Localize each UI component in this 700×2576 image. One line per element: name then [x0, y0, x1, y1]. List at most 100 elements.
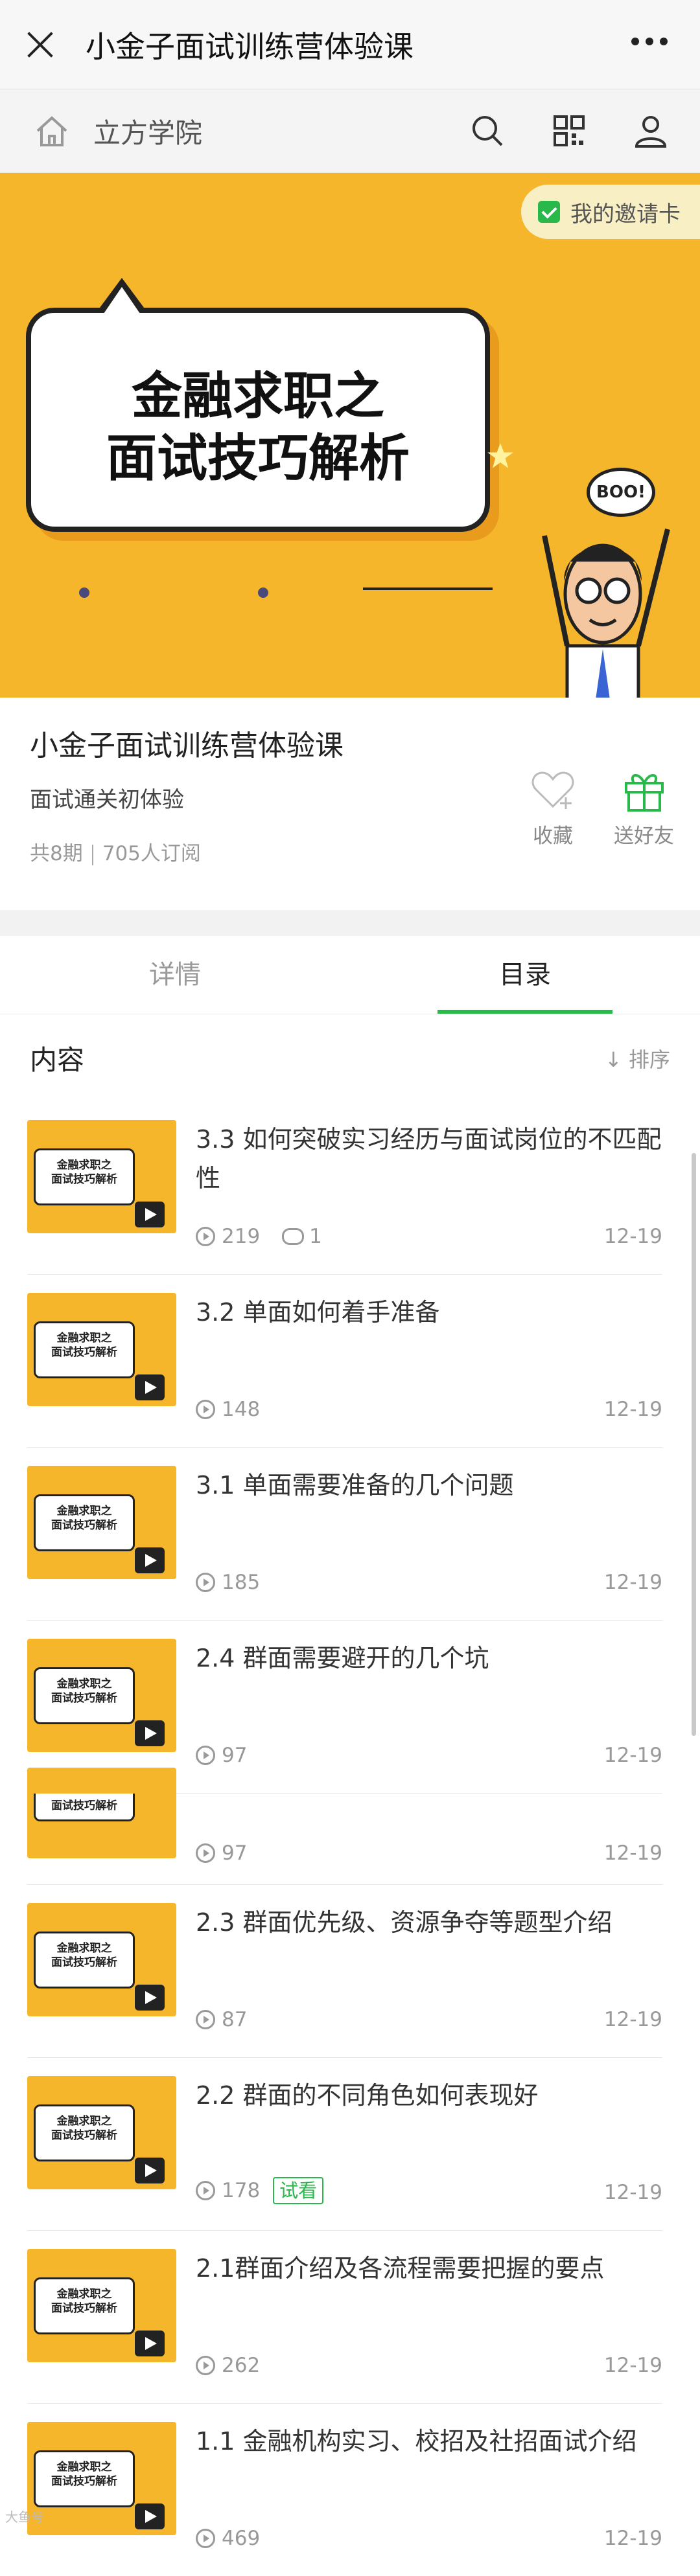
title-bar: 小金子面试训练营体验课 [0, 0, 700, 89]
play-count-icon [196, 1573, 215, 1592]
invite-card-button[interactable]: 我的邀请卡 [521, 185, 700, 239]
play-count-icon [196, 2010, 215, 2029]
view-count: 178 [222, 2179, 261, 2202]
play-count-icon [196, 2181, 215, 2200]
dots-decoration [79, 587, 89, 598]
list-item[interactable]: 金融求职之 面试技巧解析 1.1 金融机构实习、校招及社招面试介绍 469 12-… [27, 2404, 662, 2576]
lesson-title: 3.2 单面如何着手准备 [196, 1298, 440, 1327]
lesson-thumbnail: 金融求职之 面试技巧解析 [27, 2249, 176, 2362]
play-icon [135, 2158, 165, 2183]
thumb-text: 面试技巧解析 [51, 2129, 117, 2142]
site-nav: 立方学院 [0, 89, 700, 173]
user-icon[interactable] [631, 111, 670, 150]
play-count-icon [196, 1400, 215, 1419]
sort-button[interactable]: ↓ 排序 [605, 1043, 670, 1073]
play-count-icon [196, 1843, 215, 1863]
lesson-thumbnail: 金融求职之 面试技巧解析 [27, 2422, 176, 2535]
lesson-thumbnail: 金融求职之 面试技巧解析 [27, 1903, 176, 2016]
play-icon [135, 1547, 165, 1573]
lesson-title: 2.2 群面的不同角色如何表现好 [196, 2081, 539, 2110]
home-icon[interactable] [32, 111, 71, 150]
play-icon [135, 2331, 165, 2356]
qrcode-icon[interactable] [550, 111, 589, 150]
thumb-text: 面试技巧解析 [51, 1519, 117, 1532]
thumb-text: 金融求职之 [56, 1332, 112, 1345]
comment-count: 1 [309, 1225, 322, 1248]
content-header: 内容 ↓ 排序 [0, 1014, 700, 1102]
gift-button[interactable]: 送好友 [614, 765, 674, 849]
thumb-text: 面试技巧解析 [51, 2475, 117, 2488]
thumb-text: 面试技巧解析 [51, 1346, 117, 1359]
list-item[interactable]: 金融求职之 面试技巧解析 2.1群面介绍及各流程需要把握的要点 262 12-19 [27, 2231, 662, 2404]
lesson-date: 12-19 [603, 2354, 662, 2377]
course-title: 小金子面试训练营体验课 [30, 729, 344, 762]
gift-icon [624, 774, 664, 812]
thumb-text: 金融求职之 [56, 1159, 112, 1172]
thumb-text: 金融求职之 [56, 1678, 112, 1691]
lesson-thumbnail: 金融求职之 面试技巧解析 [27, 1293, 176, 1406]
scrollbar[interactable] [692, 1153, 696, 1736]
list-item[interactable]: 金融求职之 面试技巧解析 2.2 群面的不同角色如何表现好 178 试看 12-19 [27, 2058, 662, 2231]
list-item[interactable]: 金融求职之 面试技巧解析 3.3 如何突破实习经历与面试岗位的不匹配性 219 1 … [27, 1102, 662, 1275]
brand-name[interactable]: 立方学院 [93, 111, 202, 151]
trial-badge: 试看 [273, 2177, 324, 2204]
thumb-text: 面试技巧解析 [51, 1173, 117, 1186]
lesson-date: 12-19 [603, 1398, 662, 1421]
lesson-date: 12-19 [603, 1841, 662, 1865]
play-icon [135, 1374, 165, 1400]
thumb-text: 金融求职之 [56, 2461, 112, 2474]
tab-bar: 详情 目录 [0, 936, 700, 1014]
view-count: 469 [222, 2527, 261, 2550]
list-item[interactable]: 金融求职之 面试技巧解析 3.1 单面需要准备的几个问题 185 12-19 [27, 1448, 662, 1621]
page-title: 小金子面试训练营体验课 [86, 28, 414, 64]
banner-headline-2: 面试技巧解析 [106, 429, 410, 488]
thumb-text: 面试技巧解析 [51, 2302, 117, 2315]
section-divider [0, 910, 700, 936]
view-count: 185 [222, 1571, 261, 1594]
lesson-thumbnail: 金融求职之 面试技巧解析 [27, 1639, 176, 1752]
lesson-date: 12-19 [603, 2181, 662, 2204]
play-count-icon [196, 1746, 215, 1765]
thumb-text: 金融求职之 [56, 1942, 112, 1955]
play-icon [135, 1202, 165, 1227]
thumb-text: 金融求职之 [56, 2288, 112, 2301]
course-info: 小金子面试训练营体验课 面试通关初体验 共8期 705人订阅 收藏 送好友 [0, 698, 700, 910]
episode-count: 共8期 [30, 842, 83, 865]
play-icon [135, 1720, 165, 1746]
speech-bubble: 金融求职之 面试技巧解析 [26, 278, 490, 532]
lesson-title: 2.3 群面优先级、资源争夺等题型介绍 [196, 1908, 612, 1937]
tab-details[interactable]: 详情 [0, 936, 350, 1014]
lesson-date: 12-19 [603, 1744, 662, 1767]
thumb-text: 面试技巧解析 [51, 1799, 117, 1812]
lesson-title: 2.1群面介绍及各流程需要把握的要点 [196, 2254, 605, 2283]
thumb-text: 面试技巧解析 [51, 1956, 117, 1969]
view-count: 97 [222, 1744, 248, 1767]
star-icon [487, 443, 513, 468]
list-item[interactable]: 金融求职之 面试技巧解析 3.2 单面如何着手准备 148 12-19 [27, 1275, 662, 1448]
lesson-date: 12-19 [603, 1225, 662, 1248]
list-item[interactable]: 金融求职之 面试技巧解析 2.3 群面优先级、资源争夺等题型介绍 87 12-19 [27, 1885, 662, 2058]
favorite-button[interactable]: 收藏 [528, 765, 578, 849]
tab-catalog[interactable]: 目录 [350, 936, 700, 1014]
lesson-title: 3.1 单面需要准备的几个问题 [196, 1471, 514, 1499]
heart-plus-icon [531, 771, 574, 809]
lesson-thumbnail: 金融求职之 面试技巧解析 [27, 1120, 176, 1233]
view-count: 219 [222, 1225, 261, 1248]
course-banner: 我的邀请卡 金融求职之 面试技巧解析 BOO! [0, 173, 700, 698]
lesson-thumbnail: 金融求职之 面试技巧解析 [27, 1466, 176, 1579]
more-icon[interactable] [631, 38, 668, 45]
lesson-date: 12-19 [603, 1571, 662, 1594]
view-count: 87 [222, 2008, 248, 2031]
favorite-label: 收藏 [533, 825, 573, 848]
search-icon[interactable] [468, 111, 507, 150]
content-label: 内容 [30, 1044, 85, 1076]
play-count-icon [196, 1227, 215, 1246]
gift-label: 送好友 [614, 825, 674, 848]
close-icon[interactable] [21, 25, 60, 64]
lesson-title: 2.4 群面需要避开的几个坑 [196, 1644, 489, 1672]
play-icon [135, 1985, 165, 2011]
list-item[interactable]: 面试技巧解析 97 12-19 [27, 1768, 662, 1885]
lesson-list: 金融求职之 面试技巧解析 3.3 如何突破实习经历与面试岗位的不匹配性 219 1 … [0, 1102, 700, 2576]
subscriber-count: 705人订阅 [102, 842, 201, 865]
invite-card-label: 我的邀请卡 [570, 201, 681, 227]
